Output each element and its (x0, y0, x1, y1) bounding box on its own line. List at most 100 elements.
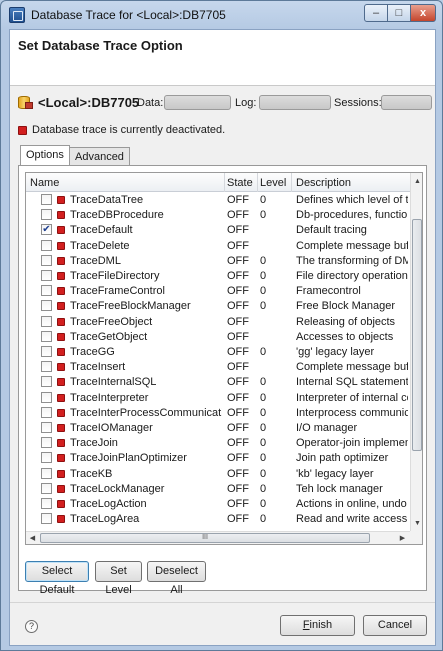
row-checkbox[interactable] (41, 391, 52, 403)
sessions-label: Sessions: (334, 97, 382, 109)
cancel-button[interactable]: Cancel (363, 615, 427, 636)
row-checkbox[interactable] (41, 330, 52, 342)
column-header-state[interactable]: State (227, 177, 253, 189)
help-icon[interactable]: ? (25, 620, 38, 633)
finish-button[interactable]: Finish (280, 615, 355, 636)
row-checkbox[interactable] (41, 452, 52, 464)
table-row[interactable]: TraceFreeBlockManager OFF 0 Free Block Mana… (26, 299, 410, 313)
cell-description: Operator-join implement (296, 437, 408, 450)
cell-name: TraceDML (70, 254, 121, 267)
row-checkbox[interactable] (41, 513, 52, 525)
cell-name: TraceInternalSQL (70, 376, 157, 389)
row-checkbox[interactable] (41, 285, 52, 297)
table-row[interactable]: TraceInterpreter OFF 0 Interpreter of inter… (26, 391, 410, 405)
row-checkbox[interactable] (41, 361, 52, 373)
cell-description: Releasing of objects (296, 315, 396, 328)
connection-name: <Local>:DB7705 (38, 95, 140, 110)
trace-off-icon (57, 515, 65, 524)
horizontal-scroll-thumb[interactable]: III (40, 533, 370, 543)
vertical-scroll-thumb[interactable] (412, 219, 422, 451)
table-row[interactable]: TraceLockManager OFF 0 Teh lock manager (26, 482, 410, 496)
table-row[interactable]: TraceDataTree OFF 0 Defines which level of … (26, 193, 410, 207)
table-row[interactable]: TraceIOManager OFF 0 I/O manager (26, 421, 410, 435)
cell-state: OFF (227, 406, 249, 419)
row-checkbox[interactable] (41, 315, 52, 327)
cell-state: OFF (227, 361, 249, 374)
table-row[interactable]: TraceFileDirectory OFF 0 File directory ope… (26, 269, 410, 283)
table-row[interactable]: TraceInternalSQL OFF 0 Internal SQL stateme… (26, 375, 410, 389)
row-checkbox[interactable] (41, 406, 52, 418)
row-checkbox[interactable] (41, 254, 52, 266)
table-row[interactable]: TraceFrameControl OFF 0 Framecontrol (26, 284, 410, 298)
cell-description: Defines which level of tra (296, 194, 408, 206)
maximize-button[interactable]: □ (387, 4, 411, 22)
tab-advanced[interactable]: Advanced (69, 147, 130, 165)
table-row[interactable]: ✔ TraceDefault OFF Default tracing (26, 223, 410, 237)
scroll-up-icon[interactable]: ▲ (411, 175, 422, 188)
row-checkbox[interactable] (41, 194, 52, 205)
table-row[interactable]: TraceDML OFF 0 The transforming of DML (26, 254, 410, 268)
table-row[interactable]: TraceJoin OFF 0 Operator-join implement (26, 436, 410, 450)
trace-off-icon (57, 469, 65, 478)
title-bar[interactable]: Database Trace for <Local>:DB7705 – □ x (1, 1, 442, 29)
scroll-corner (410, 531, 422, 544)
scroll-left-icon[interactable]: ◀ (26, 532, 39, 544)
connection-row: <Local>:DB7705 Data: Log: Sessions: (10, 92, 435, 114)
horizontal-scrollbar[interactable]: ◀ III ▶ (26, 531, 410, 544)
row-checkbox[interactable] (41, 300, 52, 312)
table-row[interactable]: TraceFreeObject OFF Releasing of objects (26, 315, 410, 329)
row-checkbox[interactable]: ✔ (41, 224, 52, 236)
cell-state: OFF (227, 254, 249, 267)
row-checkbox[interactable] (41, 209, 52, 221)
trace-off-icon (57, 196, 65, 204)
row-checkbox[interactable] (41, 422, 52, 433)
row-checkbox[interactable] (41, 376, 52, 388)
table-row[interactable]: TraceGetObject OFF Accesses to objects (26, 330, 410, 344)
table-row[interactable]: TraceLogArea OFF 0 Read and write access of (26, 512, 410, 526)
cell-level: 0 (260, 194, 267, 206)
minimize-button[interactable]: – (364, 4, 388, 22)
set-level-button[interactable]: Set Level (95, 561, 142, 596)
row-checkbox[interactable] (41, 482, 52, 494)
cell-name: TraceLogArea (70, 513, 140, 526)
scroll-down-icon[interactable]: ▼ (411, 517, 422, 530)
cell-name: TraceDelete (70, 239, 130, 252)
vertical-scrollbar[interactable]: ▲ ▼ (410, 173, 422, 531)
cell-level: 0 (260, 406, 267, 419)
column-header-level[interactable]: Level (260, 177, 286, 189)
tab-options[interactable]: Options (20, 145, 70, 166)
dialog-heading: Set Database Trace Option (18, 38, 183, 53)
cell-name: TraceIOManager (70, 422, 153, 434)
column-header-name[interactable]: Name (30, 177, 59, 189)
close-button[interactable]: x (410, 4, 436, 22)
row-checkbox[interactable] (41, 346, 52, 357)
trace-off-icon (57, 424, 65, 432)
cell-state: OFF (227, 437, 249, 450)
table-row[interactable]: TraceGG OFF 0 'gg' legacy layer (26, 345, 410, 359)
table-row[interactable]: TraceLogAction OFF 0 Actions in online, und… (26, 497, 410, 511)
row-checkbox[interactable] (41, 498, 52, 509)
cell-state: OFF (227, 391, 249, 404)
row-checkbox[interactable] (41, 239, 52, 251)
select-default-button[interactable]: Select Default (25, 561, 89, 596)
trace-off-icon (57, 302, 65, 311)
table-row[interactable]: TraceInterProcessCommunication OFF 0 Interp… (26, 406, 410, 420)
row-checkbox[interactable] (41, 270, 52, 281)
scroll-right-icon[interactable]: ▶ (396, 532, 409, 544)
table-row[interactable]: TraceKB OFF 0 'kb' legacy layer (26, 467, 410, 481)
table-row[interactable]: TraceDBProcedure OFF 0 Db-procedures, funct… (26, 208, 410, 222)
cell-level: 0 (260, 437, 267, 450)
cell-state: OFF (227, 209, 249, 222)
cell-state: OFF (227, 270, 249, 282)
row-checkbox[interactable] (41, 467, 52, 479)
table-row[interactable]: TraceJoinPlanOptimizer OFF 0 Join path opti… (26, 451, 410, 465)
column-header-description[interactable]: Description (296, 177, 351, 189)
row-checkbox[interactable] (41, 437, 52, 449)
deselect-all-button[interactable]: Deselect All (147, 561, 206, 596)
table-row[interactable]: TraceDelete OFF Complete message buffe (26, 239, 410, 253)
trace-off-icon (57, 287, 65, 296)
cell-state: OFF (227, 285, 249, 298)
table-row[interactable]: TraceInsert OFF Complete message buffe (26, 360, 410, 374)
cell-name: TraceInterpreter (70, 391, 149, 404)
cell-level: 0 (260, 482, 267, 495)
